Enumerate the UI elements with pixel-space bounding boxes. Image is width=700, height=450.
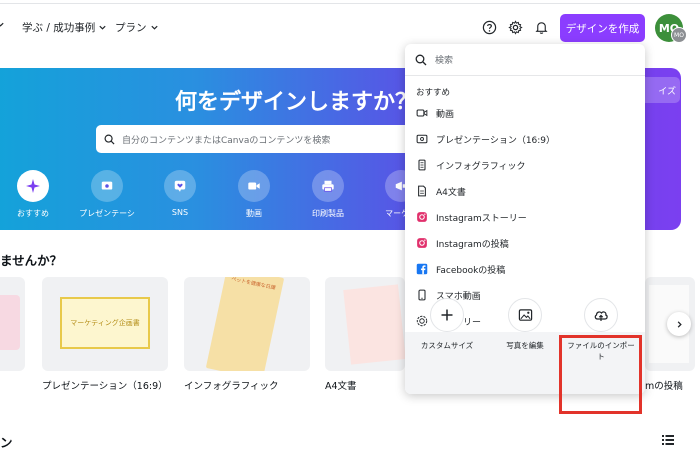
upload-cloud-icon xyxy=(584,298,618,332)
hero-custom-size-button[interactable]: イズ xyxy=(640,77,680,103)
dropdown-item-label: Instagramの投稿 xyxy=(436,239,509,250)
facebook-icon xyxy=(415,263,428,276)
dropdown-item-presentation[interactable]: プレゼンテーション（16:9） xyxy=(405,126,645,152)
edit-photo-label: 写真を編集 xyxy=(506,341,544,350)
gear-icon xyxy=(507,19,523,35)
category-presentation[interactable]: プレゼンテーシ xyxy=(72,170,142,219)
card-thumbnail: マーケティング企画書 xyxy=(60,297,150,349)
card-thumb-title: マーケティング企画書 xyxy=(70,319,140,327)
section-title-2: ン xyxy=(0,435,13,450)
dropdown-item-label: Facebookの投稿 xyxy=(436,265,506,276)
help-icon xyxy=(482,20,496,34)
chevron-down-icon xyxy=(150,25,158,30)
category-label: SNS xyxy=(171,208,189,217)
category-label: おすすめ xyxy=(17,209,49,218)
card-thumbnail xyxy=(343,284,405,365)
dropdown-item-facebook-post[interactable]: Facebookの投稿 xyxy=(405,256,645,282)
category-sns[interactable]: SNS xyxy=(145,170,215,217)
list-view-icon[interactable] xyxy=(662,435,674,445)
dropdown-item-label: A4文書 xyxy=(436,187,466,198)
plus-icon xyxy=(430,298,464,332)
category-recommended[interactable]: おすすめ xyxy=(0,170,68,219)
video-icon xyxy=(415,107,428,120)
top-divider xyxy=(0,3,700,4)
help-button[interactable] xyxy=(479,17,499,37)
card-label: A4文書 xyxy=(325,381,357,392)
presentation-icon xyxy=(91,170,123,202)
hero-custom-size-label: イズ xyxy=(658,86,676,97)
dropdown-item-a4-doc[interactable]: A4文書 xyxy=(405,178,645,204)
dropdown-item-instagram-story[interactable]: Instagramストーリー xyxy=(405,204,645,230)
create-design-label: デザインを作成 xyxy=(565,22,640,35)
chevron-down-icon xyxy=(99,25,106,30)
highlight-box xyxy=(559,335,642,414)
section-title: ませんか？ xyxy=(0,253,63,268)
dropdown-item-video[interactable]: 動画 xyxy=(405,100,645,126)
card-label: mの投稿 xyxy=(645,381,683,392)
nav-learn[interactable]: 学ぶ / 成功事例 xyxy=(22,20,107,35)
card-label: プレゼンテーション（16:9） xyxy=(42,381,168,392)
category-label: 動画 xyxy=(246,209,262,218)
dropdown-item-label: 動画 xyxy=(436,109,455,120)
dropdown-item-label: インフォグラフィック xyxy=(436,161,526,172)
template-card-presentation[interactable]: マーケティング企画書 xyxy=(42,277,168,371)
instagram-icon xyxy=(415,237,428,250)
template-card-a4[interactable] xyxy=(325,277,405,371)
infographic-icon xyxy=(415,159,428,172)
dropdown-search-placeholder: 検索 xyxy=(435,56,454,66)
settings-button[interactable] xyxy=(505,17,525,37)
card-thumbnail: ペットを健康な日課 xyxy=(205,277,285,371)
dropdown-search-input[interactable]: 検索 xyxy=(405,44,645,76)
card-label: インフォグラフィック xyxy=(184,381,279,392)
custom-size-button[interactable]: カスタムサイズ xyxy=(412,298,482,351)
video-icon xyxy=(238,170,270,202)
heart-bubble-icon xyxy=(164,170,196,202)
search-icon xyxy=(104,134,115,145)
dropdown-item-label: Instagramストーリー xyxy=(436,213,527,224)
category-label: 印刷製品 xyxy=(312,209,344,218)
document-icon xyxy=(415,185,428,198)
presentation-icon xyxy=(415,133,428,146)
template-card-1[interactable] xyxy=(0,277,25,371)
dropdown-item-instagram-post[interactable]: Instagramの投稿 xyxy=(405,230,645,256)
hero-title: 何をデザインしますか？ xyxy=(175,90,418,115)
printer-icon xyxy=(312,170,344,202)
nav-learn-label: 学ぶ / 成功事例 xyxy=(22,22,96,34)
hero-search-placeholder: 自分のコンテンツまたはCanvaのコンテンツを検索 xyxy=(122,135,331,146)
dropdown-item-infographic[interactable]: インフォグラフィック xyxy=(405,152,645,178)
notifications-button[interactable] xyxy=(531,17,551,37)
card-thumbnail xyxy=(0,295,20,350)
photo-edit-icon xyxy=(508,298,542,332)
category-print[interactable]: 印刷製品 xyxy=(293,170,363,219)
card-thumb-title: ペットを健康な日課 xyxy=(230,277,276,292)
template-card-infographic[interactable]: ペットを健康な日課 xyxy=(184,277,310,371)
sparkle-icon xyxy=(17,170,49,202)
nav-prev-chevron[interactable] xyxy=(0,20,5,29)
dropdown-section-heading: おすすめ xyxy=(416,88,451,98)
chevron-down-icon xyxy=(0,22,4,27)
team-avatar-badge: MO xyxy=(671,27,687,43)
create-design-button[interactable]: デザインを作成 xyxy=(560,14,645,42)
team-avatar-initials: MO xyxy=(674,31,684,39)
dropdown-item-label: プレゼンテーション（16:9） xyxy=(436,135,556,146)
chevron-right-icon xyxy=(677,320,682,328)
nav-plans[interactable]: プラン xyxy=(115,20,159,35)
hero-search-bar[interactable]: 自分のコンテンツまたはCanvaのコンテンツを検索 xyxy=(96,125,414,153)
bell-icon xyxy=(534,21,548,34)
custom-size-label: カスタムサイズ xyxy=(420,341,474,350)
category-video[interactable]: 動画 xyxy=(219,170,289,219)
instagram-icon xyxy=(415,211,428,224)
carousel-next-button[interactable] xyxy=(667,312,691,336)
search-icon xyxy=(415,54,427,65)
category-label: プレゼンテーシ xyxy=(79,209,135,218)
edit-photo-button[interactable]: 写真を編集 xyxy=(490,298,560,351)
nav-plans-label: プラン xyxy=(115,22,147,34)
